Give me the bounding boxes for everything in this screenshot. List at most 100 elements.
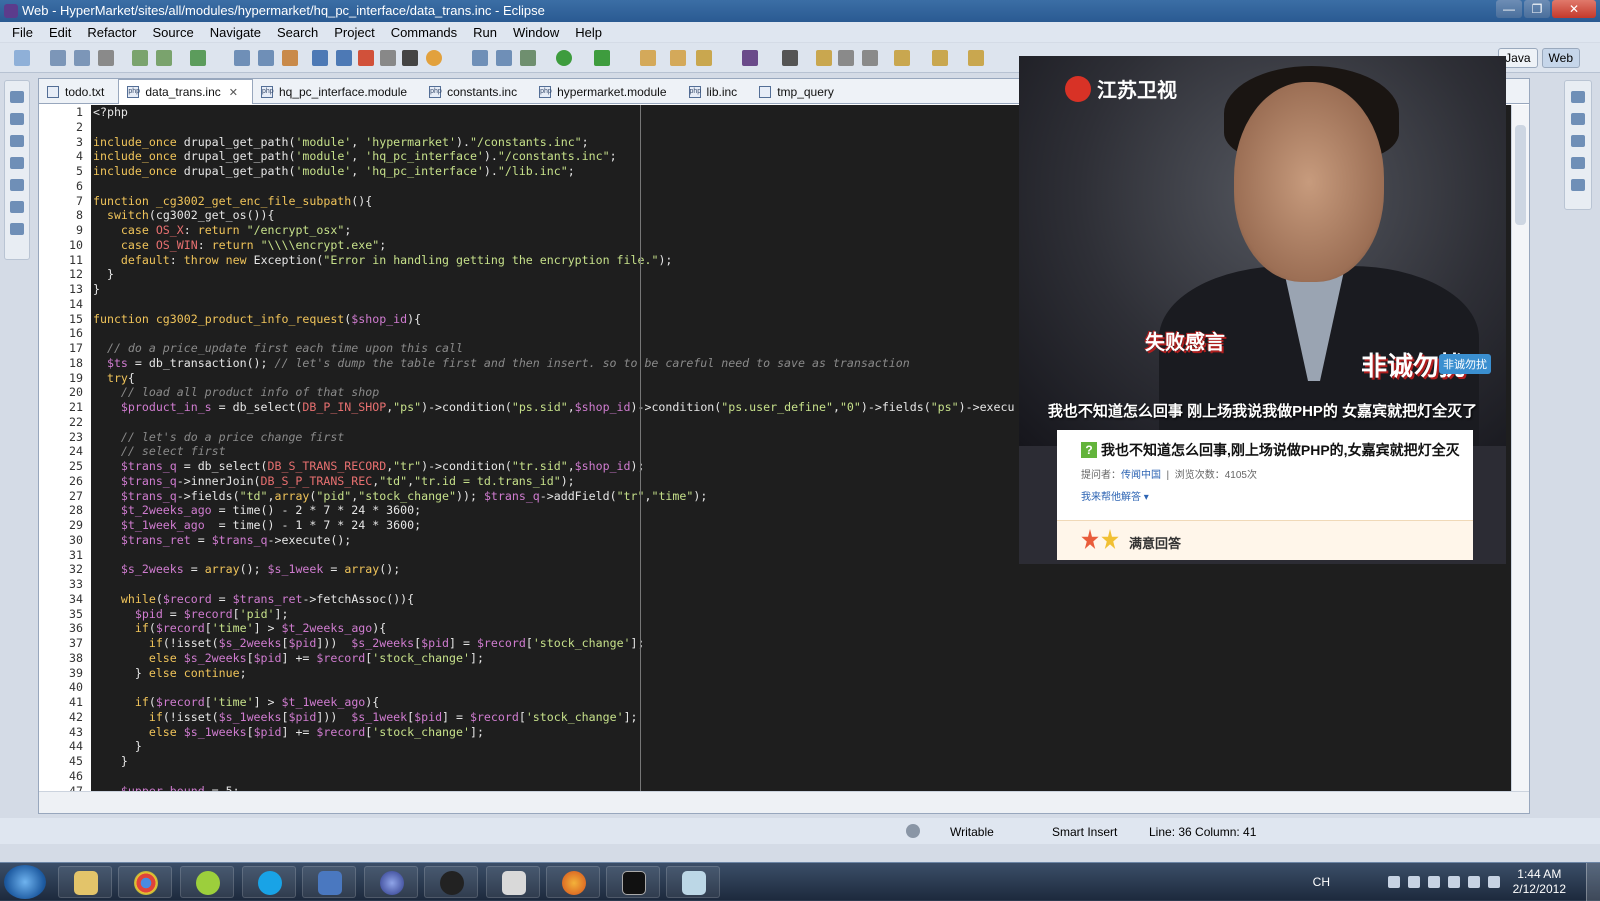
color-picker-icon[interactable] xyxy=(426,50,442,66)
hierarchy-icon[interactable] xyxy=(10,179,24,191)
new-icon[interactable] xyxy=(14,50,30,66)
print-icon[interactable] xyxy=(98,50,114,66)
gear-icon[interactable] xyxy=(520,50,536,66)
find-icon[interactable] xyxy=(496,50,512,66)
problems-icon[interactable] xyxy=(1571,157,1585,169)
code-line[interactable]: else $s_1weeks[$pid] += $record['stock_c… xyxy=(93,725,1529,740)
menu-edit[interactable]: Edit xyxy=(41,25,79,40)
tab-hq-pc-interface[interactable]: php hq_pc_interface.module xyxy=(253,79,421,104)
pin-icon[interactable] xyxy=(782,50,798,66)
screen-icon[interactable] xyxy=(380,50,396,66)
start-button[interactable] xyxy=(4,865,46,899)
tab-tmp-query[interactable]: tmp_query xyxy=(751,79,848,104)
taskbar-explorer[interactable] xyxy=(58,866,112,898)
code-line[interactable]: $pid = $record['pid']; xyxy=(93,607,1529,622)
restore-icon[interactable] xyxy=(10,91,24,103)
flag-icon[interactable] xyxy=(1428,876,1440,888)
code-line[interactable]: $s_2weeks = array(); $s_1week = array(); xyxy=(93,562,1529,577)
taskbar-chrome[interactable] xyxy=(118,866,172,898)
taskbar-app-green[interactable] xyxy=(180,866,234,898)
tab-hypermarket-module[interactable]: php hypermarket.module xyxy=(531,79,680,104)
prev-annotation-icon[interactable] xyxy=(932,50,948,66)
open-type-icon[interactable] xyxy=(234,50,250,66)
block-icon[interactable] xyxy=(838,50,854,66)
code-line[interactable]: while($record = $trans_ret->fetchAssoc()… xyxy=(93,592,1529,607)
folder-open-icon[interactable] xyxy=(640,50,656,66)
toggle-view-icon[interactable] xyxy=(312,50,328,66)
code-line[interactable]: $upper_bound = 5; xyxy=(93,784,1529,792)
code-line[interactable]: if($record['time'] > $t_1week_ago){ xyxy=(93,695,1529,710)
new-class-icon[interactable] xyxy=(282,50,298,66)
tasks-icon[interactable] xyxy=(1571,179,1585,191)
menu-search[interactable]: Search xyxy=(269,25,326,40)
tab-data-trans[interactable]: php data_trans.inc ✕ xyxy=(118,79,253,104)
pencil-icon[interactable] xyxy=(696,50,712,66)
taskbar-skype[interactable] xyxy=(242,866,296,898)
explorer-icon[interactable] xyxy=(10,201,24,213)
code-line[interactable]: else $s_2weeks[$pid] += $record['stock_c… xyxy=(93,651,1529,666)
menu-run[interactable]: Run xyxy=(465,25,505,40)
tab-lib[interactable]: php lib.inc xyxy=(681,79,752,104)
menu-file[interactable]: File xyxy=(4,25,41,40)
perspective-web[interactable]: Web xyxy=(1541,48,1580,68)
scroll-thumb[interactable] xyxy=(1515,125,1526,225)
taskbar-clock[interactable]: 1:44 AM 2/12/2012 xyxy=(1513,867,1566,897)
code-line[interactable] xyxy=(93,577,1529,592)
save-all-icon[interactable] xyxy=(74,50,90,66)
close-tab-icon[interactable]: ✕ xyxy=(229,86,238,99)
folder-icon[interactable] xyxy=(670,50,686,66)
minimize-button[interactable]: — xyxy=(1496,0,1522,18)
code-line[interactable]: if($record['time'] > $t_2weeks_ago){ xyxy=(93,621,1529,636)
code-line[interactable]: } xyxy=(93,754,1529,769)
bluetooth-icon[interactable] xyxy=(1488,876,1500,888)
taskbar-app-doc[interactable] xyxy=(486,866,540,898)
tab-constants[interactable]: php constants.inc xyxy=(421,79,531,104)
menu-source[interactable]: Source xyxy=(145,25,202,40)
vertical-scrollbar[interactable] xyxy=(1511,105,1529,791)
open-resource-icon[interactable] xyxy=(258,50,274,66)
tab-todo[interactable]: todo.txt xyxy=(39,79,118,104)
keyboard-icon[interactable] xyxy=(1388,876,1400,888)
paragraph-icon[interactable] xyxy=(862,50,878,66)
taskbar-qq[interactable] xyxy=(424,866,478,898)
search-icon[interactable] xyxy=(472,50,488,66)
plugin-icon[interactable] xyxy=(742,50,758,66)
export-icon[interactable] xyxy=(156,50,172,66)
restore-icon[interactable] xyxy=(10,157,24,169)
show-desktop-button[interactable] xyxy=(1586,863,1600,901)
arrow-up-icon[interactable] xyxy=(1408,876,1420,888)
run-icon[interactable] xyxy=(556,50,572,66)
taskbar-app-light[interactable] xyxy=(666,866,720,898)
menu-project[interactable]: Project xyxy=(326,25,382,40)
taskbar-eclipse[interactable] xyxy=(364,866,418,898)
checkbox-task-icon[interactable] xyxy=(190,50,206,66)
code-line[interactable]: } xyxy=(93,739,1529,754)
menu-help[interactable]: Help xyxy=(567,25,610,40)
maximize-button[interactable]: ❐ xyxy=(1524,0,1550,18)
save-icon[interactable] xyxy=(50,50,66,66)
external-tools-icon[interactable] xyxy=(594,50,610,66)
terminal-icon[interactable] xyxy=(1571,135,1585,147)
debug-icon[interactable] xyxy=(358,50,374,66)
code-line[interactable] xyxy=(93,769,1529,784)
next-annotation-icon[interactable] xyxy=(894,50,910,66)
gear-icon[interactable] xyxy=(906,824,920,838)
import-icon[interactable] xyxy=(132,50,148,66)
code-line[interactable]: } else continue; xyxy=(93,666,1529,681)
code-line[interactable]: if(!isset($s_2weeks[$pid])) $s_2weeks[$p… xyxy=(93,636,1529,651)
close-button[interactable]: ✕ xyxy=(1552,0,1596,18)
code-line[interactable] xyxy=(93,680,1529,695)
code-line[interactable]: if(!isset($s_1weeks[$pid])) $s_1week[$pi… xyxy=(93,710,1529,725)
toggle-mark-icon[interactable] xyxy=(336,50,352,66)
volume-icon[interactable] xyxy=(1468,876,1480,888)
back-icon[interactable] xyxy=(968,50,984,66)
restore-icon[interactable] xyxy=(1571,91,1585,103)
taskbar-app-blue[interactable] xyxy=(302,866,356,898)
bookmark-icon[interactable] xyxy=(10,223,24,235)
taskbar-cmd[interactable] xyxy=(606,866,660,898)
taskbar-firefox[interactable] xyxy=(546,866,600,898)
network-icon[interactable] xyxy=(1448,876,1460,888)
menu-commands[interactable]: Commands xyxy=(383,25,465,40)
menu-refactor[interactable]: Refactor xyxy=(79,25,144,40)
console-icon[interactable] xyxy=(1571,113,1585,125)
